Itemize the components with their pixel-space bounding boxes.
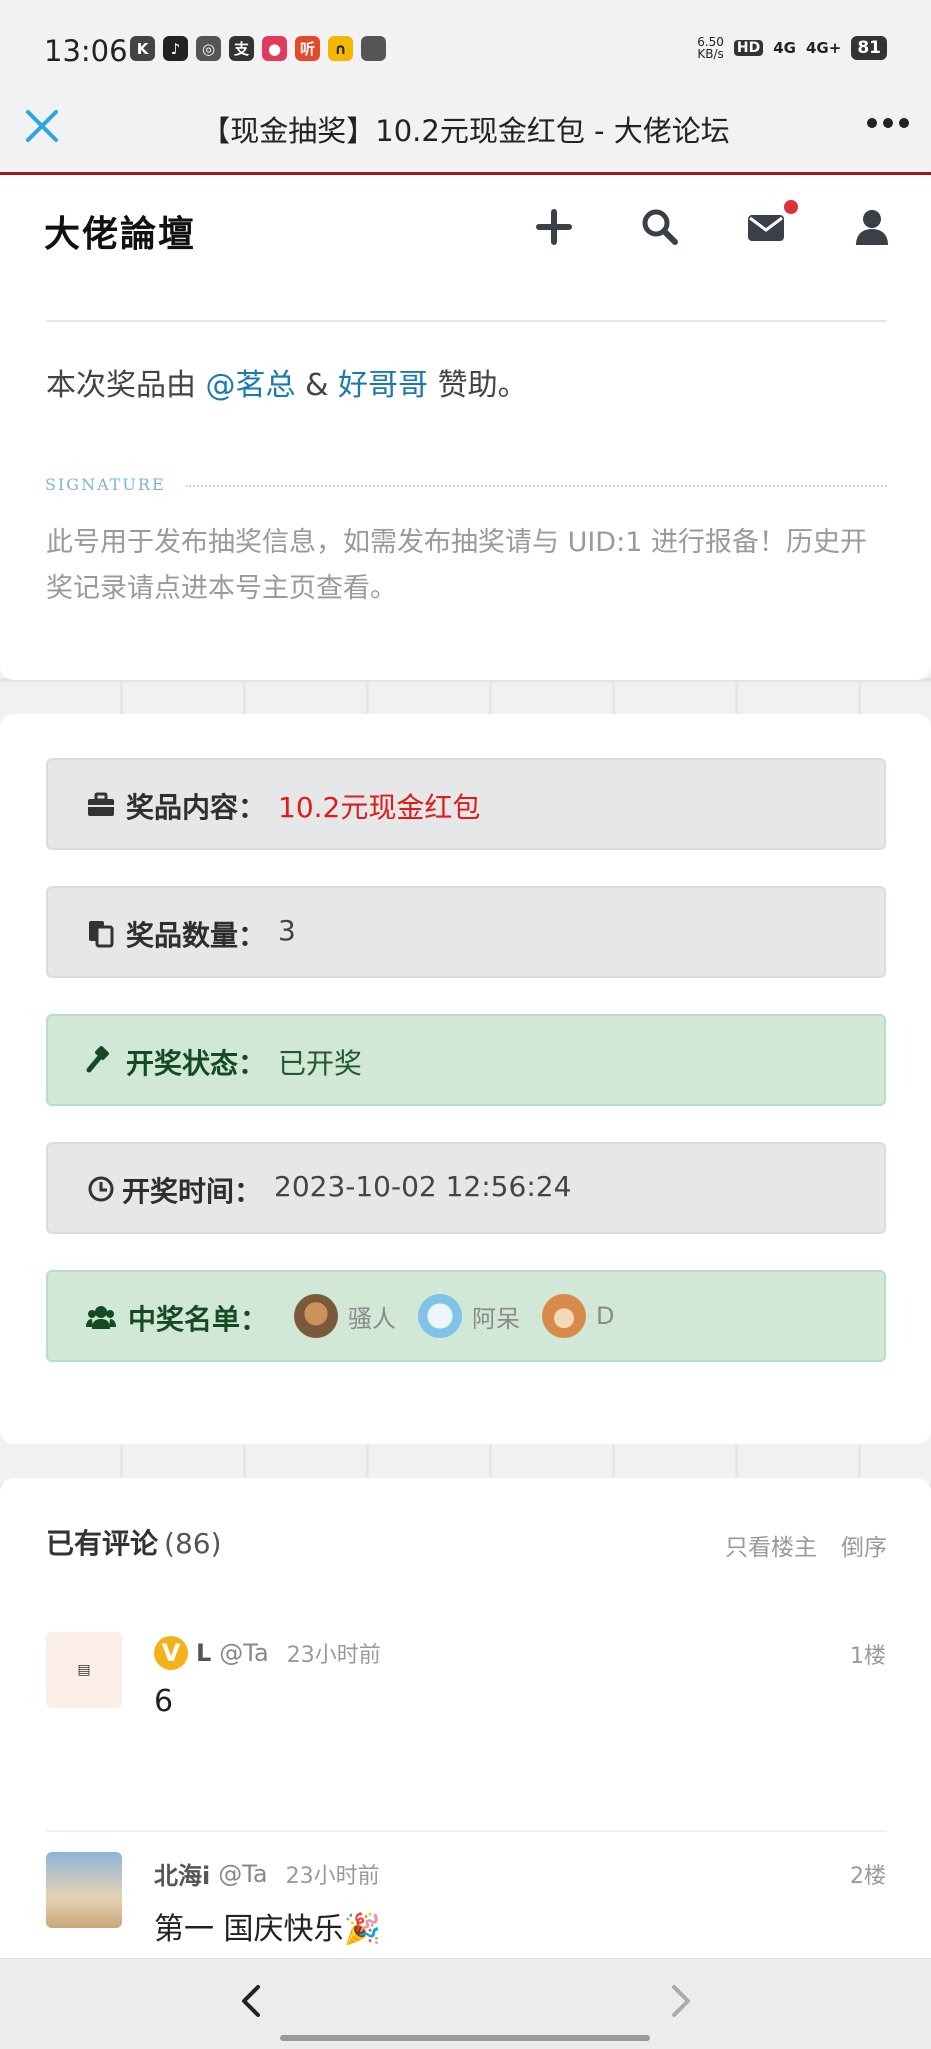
mention-link[interactable]: @Ta — [219, 1639, 268, 1667]
reverse-order-button[interactable]: 倒序 — [841, 1528, 887, 1562]
hd-icon: HD — [733, 40, 764, 56]
sponsor-link-1[interactable]: @茗总 — [206, 368, 296, 403]
browser-titlebar: 【现金抽奖】10.2元现金红包 - 大佬论坛 — [0, 96, 931, 175]
signature-label: SIGNATURE — [45, 475, 166, 494]
app-icon: 支 — [229, 36, 254, 61]
comment-time: 23小时前 — [286, 1643, 381, 1668]
comment-author: V L @Ta 23小时前 — [154, 1636, 381, 1670]
mention-link[interactable]: @Ta — [218, 1860, 267, 1888]
winners-row: 中奖名单： 骚人 阿呆 D — [46, 1270, 886, 1362]
signal-4g-icon: 4G — [773, 39, 796, 57]
author-name[interactable]: 北海i — [154, 1856, 210, 1891]
post-content-card: 本次奖品由 @茗总 & 好哥哥 赞助。 SIGNATURE 此号用于发布抽奖信息… — [0, 280, 931, 680]
plus-icon[interactable] — [534, 207, 574, 247]
copy-icon — [89, 921, 114, 948]
notification-dot — [784, 200, 798, 214]
divider — [46, 1830, 887, 1832]
weibo-icon: ◎ — [196, 36, 221, 61]
net-speed: 6.50 KB/s — [697, 35, 724, 61]
avatar — [294, 1294, 338, 1338]
clock-icon — [88, 1176, 114, 1202]
floor-number: 1楼 — [850, 1644, 886, 1669]
gavel-icon — [86, 1046, 109, 1073]
briefcase-icon — [88, 792, 114, 816]
signature-text: 此号用于发布抽奖信息，如需发布抽奖请与 UID:1 进行报备！历史开奖记录请点进… — [46, 527, 867, 604]
notification-icons: K ♪ ◎ 支 ● 听 ∩ — [130, 36, 386, 61]
browser-bottom-bar — [0, 1958, 931, 2049]
app-listen-icon: 听 — [295, 36, 320, 61]
floor-number: 2楼 — [850, 1864, 886, 1889]
prize-quantity-row: 奖品数量： 3 — [46, 886, 886, 978]
comment-body: 6 — [154, 1684, 174, 1719]
more-icon[interactable] — [865, 108, 911, 138]
prize-quantity-value: 3 — [278, 914, 296, 947]
users-icon — [86, 1306, 116, 1329]
avatar — [418, 1294, 462, 1338]
author-name[interactable]: L — [196, 1639, 211, 1667]
comment-body: 第一 国庆快乐🎉 — [154, 1912, 381, 1947]
draw-status-value: 已开奖 — [278, 1047, 363, 1080]
comments-title: 已有评论 (86) — [46, 1527, 222, 1560]
prize-content-row: 奖品内容： 10.2元现金红包 — [46, 758, 886, 850]
back-icon[interactable] — [232, 1981, 272, 2021]
avatar[interactable]: ▤ — [46, 1632, 122, 1708]
battery-icon: 81 — [851, 36, 887, 60]
draw-status-label: 开奖状态： — [126, 1047, 267, 1080]
winner-item[interactable]: 阿呆 — [418, 1294, 520, 1338]
comments-section: 已有评论 (86) 只看楼主 倒序 ▤ V L @Ta 23小时前 1楼 6 北海… — [0, 1478, 931, 1958]
comment-author: 北海i @Ta 23小时前 — [154, 1856, 380, 1891]
draw-status-row: 开奖状态： 已开奖 — [46, 1014, 886, 1106]
only-op-button[interactable]: 只看楼主 — [725, 1528, 817, 1562]
close-icon[interactable] — [22, 106, 62, 146]
winner-item[interactable]: 骚人 — [294, 1294, 396, 1338]
site-header: 大佬論壇 — [0, 175, 931, 284]
sponsor-line: 本次奖品由 @茗总 & 好哥哥 赞助。 — [46, 368, 528, 403]
prize-content-value: 10.2元现金红包 — [278, 791, 481, 824]
prize-quantity-label: 奖品数量： — [126, 919, 267, 952]
user-icon[interactable] — [852, 207, 892, 247]
signal-4gplus-icon: 4G+ — [806, 39, 842, 57]
app-grey-icon — [361, 36, 386, 61]
winner-item[interactable]: D — [542, 1294, 614, 1338]
app-red-icon: ● — [262, 36, 287, 61]
winners-label: 中奖名单： — [128, 1303, 269, 1336]
site-logo[interactable]: 大佬論壇 — [44, 205, 196, 257]
vip-badge-icon: V — [154, 1636, 188, 1670]
status-bar: 13:06 K ♪ ◎ 支 ● 听 ∩ 6.50 KB/s HD 4G 4G+ 8… — [0, 0, 931, 96]
status-time: 13:06 — [44, 34, 128, 68]
avatar[interactable] — [46, 1852, 122, 1928]
tiktok-icon: ♪ — [163, 36, 188, 61]
search-icon[interactable] — [640, 207, 680, 247]
draw-time-row: 开奖时间： 2023-10-02 12:56:24 — [46, 1142, 886, 1234]
signature-divider — [186, 485, 887, 487]
prize-content-label: 奖品内容： — [126, 791, 267, 824]
lottery-info-card: 奖品内容： 10.2元现金红包 奖品数量： 3 开奖状态： 已开奖 开奖时间： … — [0, 714, 931, 1444]
app-k-icon: K — [130, 36, 155, 61]
avatar — [542, 1294, 586, 1338]
draw-time-label: 开奖时间： — [122, 1175, 263, 1208]
status-indicators: 6.50 KB/s HD 4G 4G+ 81 — [697, 36, 887, 60]
comment-time: 23小时前 — [285, 1863, 380, 1889]
divider — [46, 320, 887, 322]
forward-icon[interactable] — [660, 1981, 700, 2021]
mail-icon[interactable] — [746, 207, 786, 247]
app-yellow-icon: ∩ — [328, 36, 353, 61]
sponsor-link-2[interactable]: 好哥哥 — [338, 368, 428, 403]
draw-time-value: 2023-10-02 12:56:24 — [274, 1170, 572, 1203]
home-indicator[interactable] — [280, 2035, 650, 2041]
page-title: 【现金抽奖】10.2元现金红包 - 大佬论坛 — [201, 114, 730, 148]
comment-options: 只看楼主 倒序 — [725, 1528, 887, 1562]
